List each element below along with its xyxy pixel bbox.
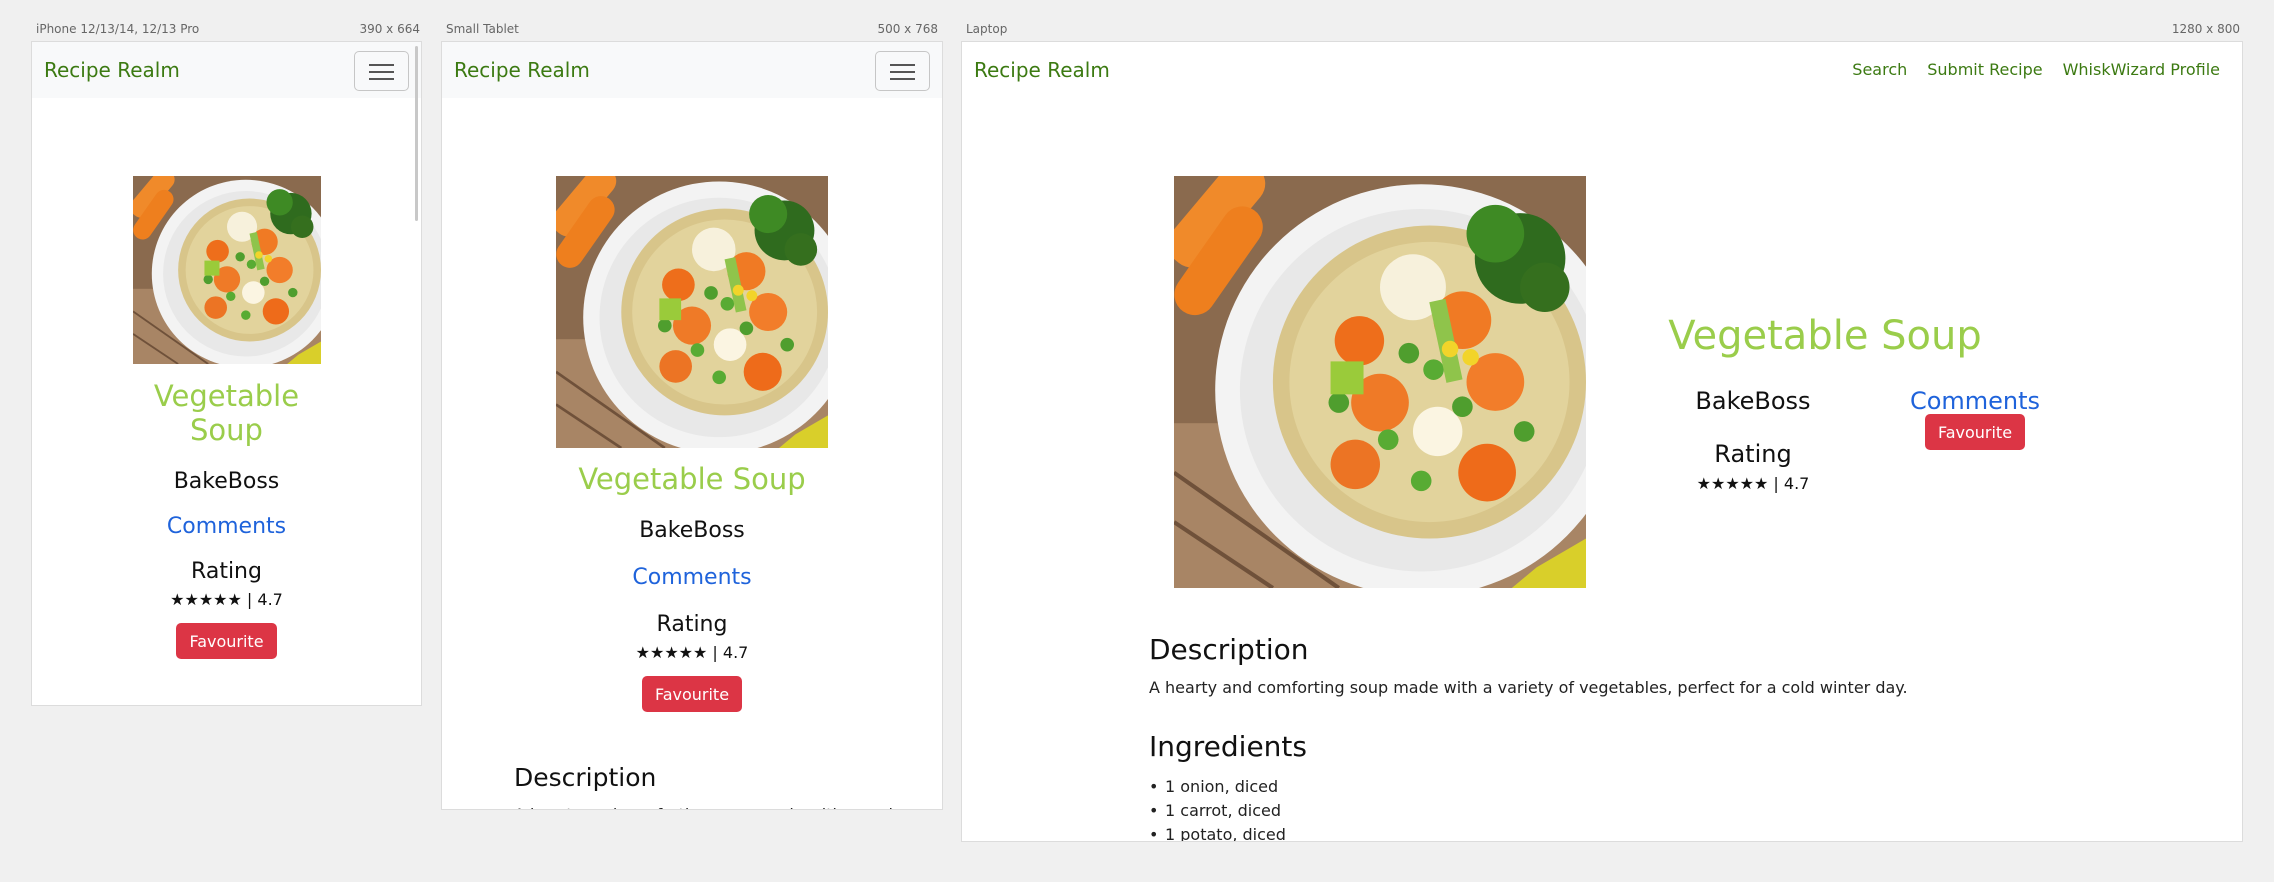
laptop-frame-size: 1280 x 800 — [2171, 22, 2240, 36]
hamburger-icon — [369, 64, 394, 66]
recipe-title: Vegetable Soup — [578, 462, 806, 496]
recipe-image — [1174, 176, 1586, 588]
tablet-frame-size: 500 x 768 — [877, 22, 938, 36]
favourite-button[interactable]: Favourite — [1924, 414, 2026, 450]
brand-link[interactable]: Recipe Realm — [44, 58, 180, 82]
description-text: A hearty and comforting soup made with a… — [514, 805, 894, 809]
rating-stars: ★★★★★ | 4.7 — [170, 590, 283, 609]
menu-toggle-button[interactable] — [354, 51, 409, 91]
recipe-author: BakeBoss — [1695, 387, 1811, 415]
list-item: 1 carrot, diced — [1133, 799, 1286, 823]
rating-heading: Rating — [191, 559, 262, 584]
hamburger-icon — [890, 64, 915, 66]
list-item: 1 onion, diced — [1133, 775, 1286, 799]
recipe-author: BakeBoss — [639, 518, 745, 543]
comments-link[interactable]: Comments — [167, 514, 286, 539]
recipe-title: Vegetable Soup — [153, 379, 300, 447]
menu-toggle-button[interactable] — [875, 51, 930, 91]
nav-link-profile[interactable]: WhiskWizard Profile — [2063, 60, 2220, 79]
soup-image — [556, 176, 828, 448]
recipe-image — [133, 176, 321, 364]
laptop-frame-label: Laptop — [966, 22, 1008, 36]
rating-stars: ★★★★★ | 4.7 — [1696, 474, 1810, 493]
favourite-button[interactable]: Favourite — [176, 623, 277, 659]
description-heading: Description — [514, 763, 657, 792]
navbar: Recipe Realm Search Submit Recipe WhiskW… — [962, 42, 2242, 98]
phone-frame-size: 390 x 664 — [359, 22, 420, 36]
ingredients-heading: Ingredients — [1149, 730, 1307, 763]
rating-heading: Rating — [1714, 440, 1792, 468]
favourite-wrapper: Favourite — [1864, 414, 2086, 450]
recipe-image — [556, 176, 828, 448]
rating-heading: Rating — [656, 612, 728, 637]
description-heading: Description — [1149, 633, 1309, 666]
brand-link[interactable]: Recipe Realm — [454, 58, 590, 82]
nav-links: Search Submit Recipe WhiskWizard Profile — [1852, 60, 2220, 79]
navbar: Recipe Realm — [442, 42, 942, 98]
phone-frame-label: iPhone 12/13/14, 12/13 Pro — [36, 22, 200, 36]
soup-image — [133, 176, 321, 364]
comments-link[interactable]: Comments — [632, 565, 751, 590]
navbar: Recipe Realm — [32, 42, 421, 98]
soup-image — [1174, 176, 1586, 588]
scrollbar[interactable] — [415, 46, 418, 221]
recipe-author: BakeBoss — [173, 469, 280, 494]
recipe-title: Vegetable Soup — [1668, 313, 1982, 359]
nav-link-submit-recipe[interactable]: Submit Recipe — [1927, 60, 2042, 79]
brand-link[interactable]: Recipe Realm — [974, 58, 1110, 82]
rating-stars: ★★★★★ | 4.7 — [635, 643, 749, 662]
description-text: A hearty and comforting soup made with a… — [1149, 678, 1908, 697]
tablet-viewport: Recipe Realm Vegetable Soup BakeBoss Com… — [441, 41, 943, 810]
tablet-frame-label: Small Tablet — [446, 22, 519, 36]
laptop-viewport: Recipe Realm Search Submit Recipe WhiskW… — [961, 41, 2243, 842]
ingredients-list: 1 onion, diced 1 carrot, diced 1 potato,… — [1133, 775, 1286, 841]
list-item: 1 potato, diced — [1133, 823, 1286, 841]
phone-viewport: Recipe Realm Vegetable Soup BakeBoss Com… — [31, 41, 422, 706]
comments-link[interactable]: Comments — [1864, 387, 2086, 415]
nav-link-search[interactable]: Search — [1852, 60, 1907, 79]
favourite-button[interactable]: Favourite — [641, 676, 743, 712]
